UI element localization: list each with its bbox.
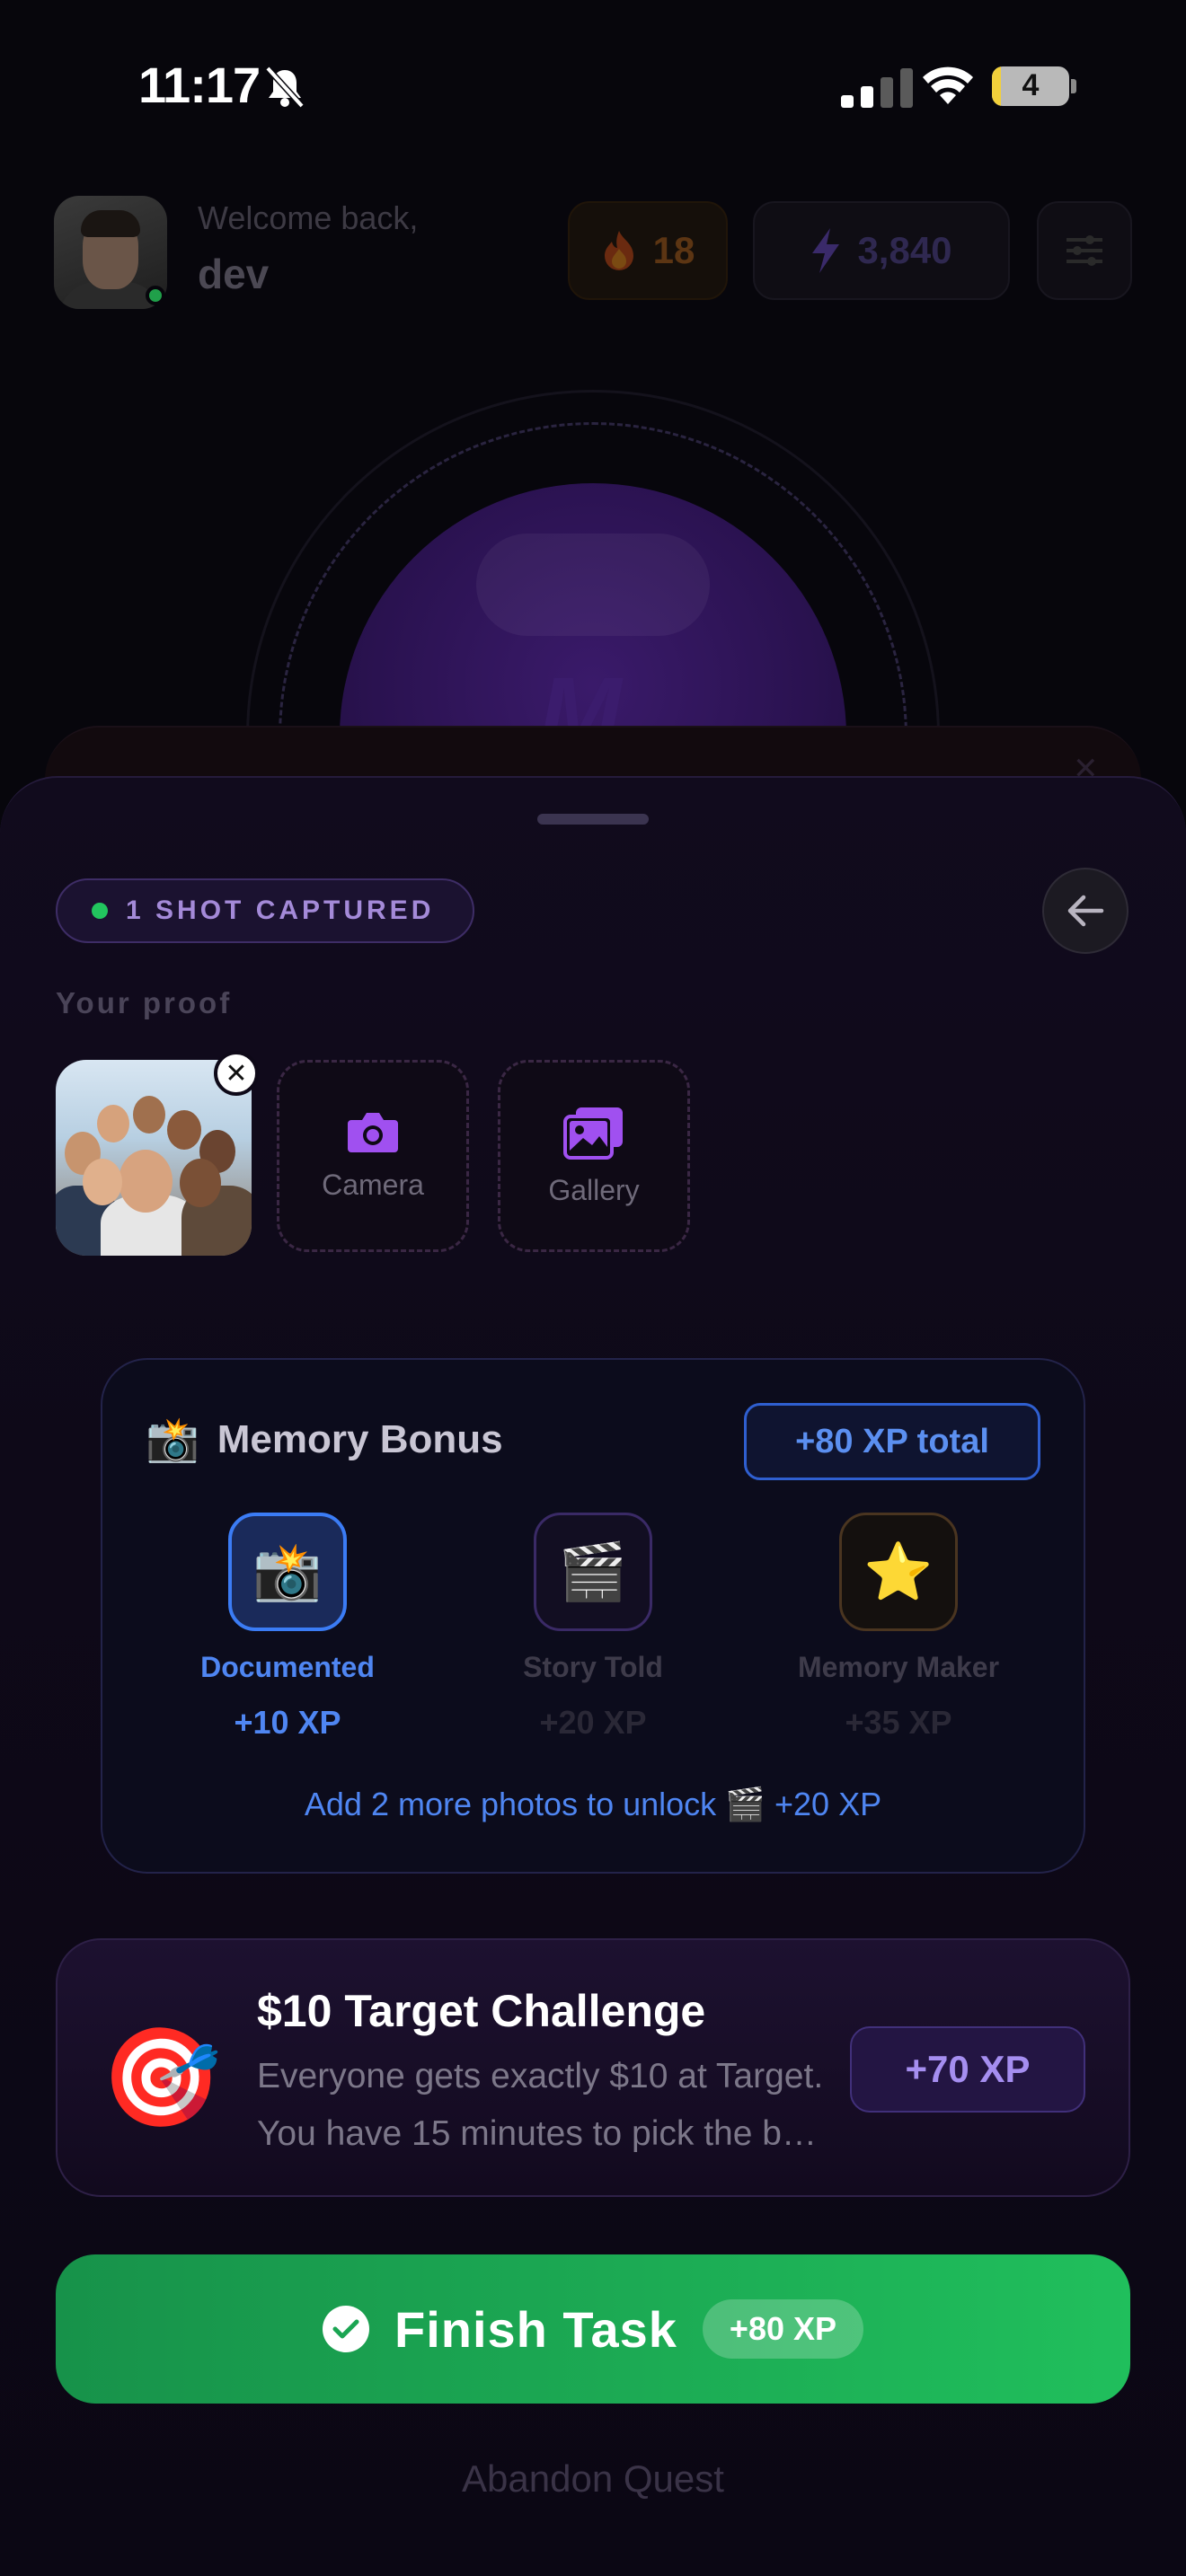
challenge-title: $10 Target Challenge [257, 1986, 706, 2036]
remove-photo-button[interactable]: ✕ [214, 1051, 259, 1096]
memory-bonus-card: 📸 Memory Bonus +80 XP total 📸 Documented… [101, 1358, 1085, 1874]
tier-xp: +35 XP [845, 1704, 952, 1741]
arrow-left-icon [1067, 895, 1104, 927]
bonus-tier-memory-maker: ⭐ Memory Maker +35 XP [764, 1513, 1033, 1742]
challenge-description: Everyone gets exactly $10 at Target. You… [257, 2057, 828, 2153]
xp-total: 3,840 [857, 229, 952, 271]
streak-chip[interactable]: 18 [568, 201, 728, 300]
camera-label: Camera [322, 1168, 424, 1201]
challenge-xp-badge: +70 XP [850, 2026, 1085, 2113]
memory-bonus-title: Memory Bonus [217, 1416, 503, 1461]
proof-sheet: 1 SHOT CAPTURED Your proof ✕ Camera Gall… [0, 776, 1186, 2576]
camera-icon [348, 1112, 398, 1152]
status-time: 11:17 [138, 57, 261, 113]
battery-tip [1071, 79, 1076, 93]
battery-level: 4 [1022, 68, 1040, 102]
home-header: Welcome back, dev 18 3,840 [0, 180, 1186, 323]
tier-xp: +20 XP [539, 1704, 647, 1741]
shots-captured-badge: 1 SHOT CAPTURED [56, 878, 474, 943]
camera-flash-icon: 📸 [228, 1513, 347, 1631]
username: dev [198, 251, 270, 297]
finish-task-button[interactable]: Finish Task +80 XP [56, 2254, 1130, 2404]
finish-xp-badge: +80 XP [702, 2299, 864, 2359]
tier-xp: +10 XP [234, 1704, 341, 1741]
target-icon: 🎯 [101, 2023, 222, 2131]
memory-bonus-header: 📸 Memory Bonus [146, 1414, 503, 1465]
status-dot [92, 903, 108, 919]
memory-bonus-total: +80 XP total [744, 1403, 1040, 1480]
proof-photos: ✕ Camera Gallery [56, 1051, 1134, 1257]
challenge-card[interactable]: 🎯 $10 Target Challenge Everyone gets exa… [56, 1938, 1130, 2197]
xp-chip[interactable]: 3,840 [753, 201, 1010, 300]
add-gallery-button[interactable]: Gallery [498, 1060, 690, 1252]
flame-icon [604, 231, 633, 270]
sheet-grabber[interactable] [537, 814, 649, 825]
online-status-dot [146, 286, 165, 305]
battery-indicator: 4 [992, 66, 1069, 106]
add-camera-button[interactable]: Camera [277, 1060, 469, 1252]
tier-name: Documented [200, 1651, 375, 1683]
welcome-text: Welcome back, [198, 199, 419, 236]
abandon-quest-link[interactable]: Abandon Quest [0, 2457, 1186, 2501]
bonus-tier-story-told: 🎬 Story Told +20 XP [458, 1513, 728, 1742]
gallery-icon [563, 1107, 623, 1160]
tier-name: Memory Maker [797, 1651, 1000, 1683]
lightning-icon [812, 228, 840, 273]
cellular-signal-icon [841, 68, 913, 108]
bonus-tier-documented: 📸 Documented +10 XP [153, 1513, 422, 1742]
star-icon: ⭐ [839, 1513, 958, 1631]
clapperboard-icon: 🎬 [534, 1513, 652, 1631]
gallery-label: Gallery [548, 1173, 640, 1206]
check-circle-icon [322, 2306, 369, 2352]
streak-count: 18 [652, 229, 695, 271]
back-button[interactable] [1042, 868, 1128, 954]
status-bar: 11:17 4 [0, 0, 1186, 171]
tier-name: Story Told [523, 1651, 663, 1683]
wifi-icon [923, 66, 973, 104]
unlock-hint: Add 2 more photos to unlock 🎬 +20 XP [304, 1786, 882, 1822]
proof-section-label: Your proof [56, 986, 233, 1019]
shots-captured-label: 1 SHOT CAPTURED [126, 895, 435, 925]
finish-task-label: Finish Task [394, 2300, 677, 2358]
sliders-icon [1067, 235, 1102, 266]
camera-flash-icon: 📸 [146, 1416, 199, 1464]
bell-off-icon [265, 66, 305, 109]
orb-pill [476, 534, 710, 636]
settings-button[interactable] [1037, 201, 1132, 300]
